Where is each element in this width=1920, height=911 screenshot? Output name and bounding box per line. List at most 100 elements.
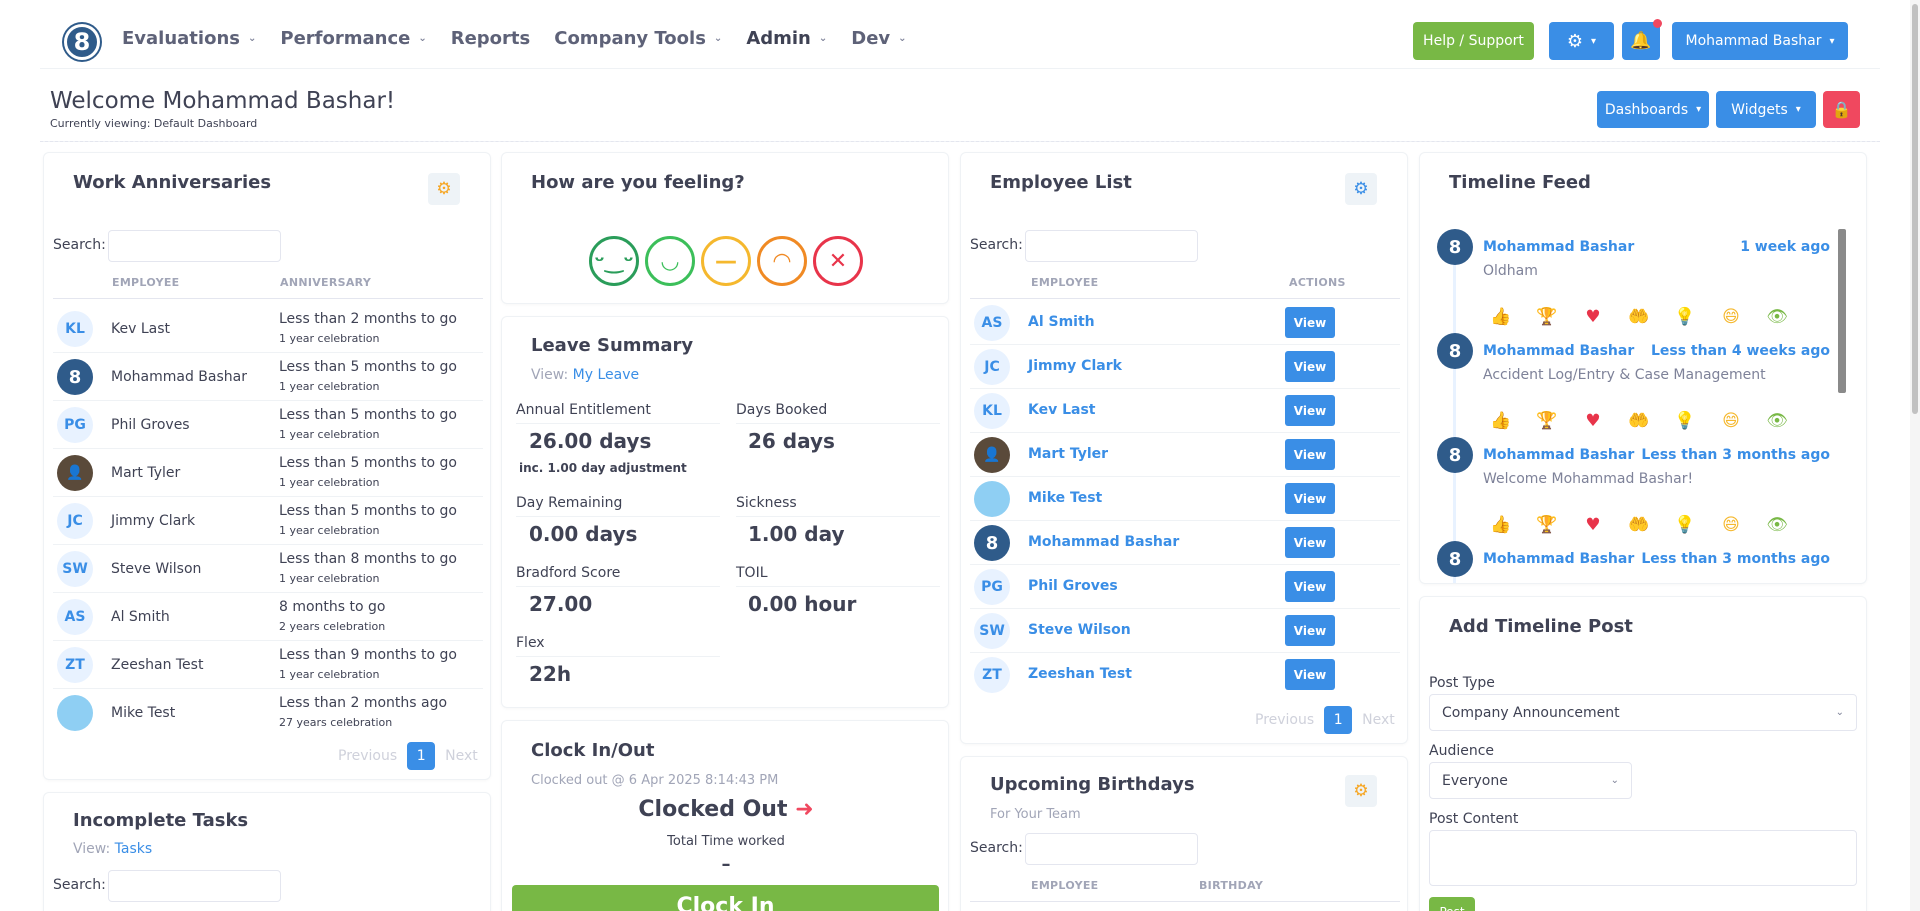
- view-employee-button[interactable]: View: [1285, 307, 1335, 338]
- view-employee-button[interactable]: View: [1285, 571, 1335, 602]
- widgets-button[interactable]: Widgets ▾: [1716, 91, 1816, 128]
- smile-icon[interactable]: 😄: [1720, 307, 1742, 327]
- next-page[interactable]: Next: [445, 748, 478, 764]
- smile-icon[interactable]: 😄: [1720, 411, 1742, 431]
- scrollbar-thumb[interactable]: [1838, 229, 1846, 393]
- post-author[interactable]: Mohammad Bashar: [1483, 239, 1634, 255]
- trophy-icon[interactable]: 🏆: [1536, 411, 1558, 431]
- eye-icon[interactable]: 👁: [1766, 515, 1788, 535]
- post-text: Oldham: [1483, 263, 1538, 279]
- lightbulb-icon[interactable]: 💡: [1674, 411, 1696, 431]
- employee-name-link[interactable]: Steve Wilson: [1028, 622, 1131, 638]
- lightbulb-icon[interactable]: 💡: [1674, 515, 1696, 535]
- post-content-textarea[interactable]: [1429, 830, 1857, 886]
- page-1[interactable]: 1: [407, 742, 436, 770]
- very-happy-face-icon[interactable]: ᵕ‿ᵕ: [589, 236, 639, 286]
- post-author[interactable]: Mohammad Bashar: [1483, 447, 1634, 463]
- trophy-icon[interactable]: 🏆: [1536, 307, 1558, 327]
- next-page[interactable]: Next: [1362, 712, 1395, 728]
- clock-in-button[interactable]: Clock In: [512, 885, 939, 911]
- employee-name-link[interactable]: Al Smith: [1028, 314, 1095, 330]
- widget-settings-button[interactable]: ⚙: [428, 173, 460, 205]
- dashboards-button[interactable]: Dashboards ▾: [1597, 91, 1709, 128]
- nav-admin[interactable]: Admin ⌄: [746, 28, 827, 49]
- heart-icon[interactable]: ♥: [1582, 515, 1604, 535]
- care-icon[interactable]: 🤲: [1628, 411, 1650, 431]
- help-support-button[interactable]: Help / Support: [1413, 22, 1534, 60]
- employee-name-link[interactable]: Mike Test: [1028, 490, 1102, 506]
- thumbs-up-icon[interactable]: 👍: [1490, 411, 1512, 431]
- gear-icon: ⚙: [1353, 781, 1369, 801]
- eye-icon[interactable]: 👁: [1766, 307, 1788, 327]
- widget-settings-button[interactable]: ⚙: [1345, 775, 1377, 807]
- chevron-down-icon: ▾: [1829, 35, 1835, 47]
- timeline-feed-card: Timeline Feed 8 Mohammad Bashar 1 week ago…: [1419, 152, 1867, 584]
- view-employee-button[interactable]: View: [1285, 439, 1335, 470]
- post-author[interactable]: Mohammad Bashar: [1483, 551, 1634, 567]
- leave-value: 1.00 day: [748, 522, 845, 546]
- company-logo[interactable]: 8: [64, 24, 100, 60]
- avatar: 👤: [974, 437, 1010, 473]
- table-row: 👤 Mart Tyler View: [970, 433, 1400, 477]
- audience-select[interactable]: Everyone ⌄: [1429, 762, 1632, 799]
- view-employee-button[interactable]: View: [1285, 351, 1335, 382]
- thumbs-up-icon[interactable]: 👍: [1490, 515, 1512, 535]
- search-input[interactable]: [1025, 230, 1198, 262]
- table-row: 8 Mohammad Bashar View: [970, 521, 1400, 565]
- view-employee-button[interactable]: View: [1285, 615, 1335, 646]
- prev-page[interactable]: Previous: [1255, 712, 1314, 728]
- view-employee-button[interactable]: View: [1285, 659, 1335, 690]
- happy-face-icon[interactable]: ◡: [645, 236, 695, 286]
- nav-evaluations[interactable]: Evaluations ⌄: [122, 28, 256, 49]
- view-line: View: My Leave: [531, 367, 640, 383]
- notification-dot: [1653, 19, 1662, 28]
- sad-face-icon[interactable]: ◠: [757, 236, 807, 286]
- trophy-icon[interactable]: 🏆: [1536, 515, 1558, 535]
- page-1[interactable]: 1: [1324, 706, 1353, 734]
- my-leave-link[interactable]: My Leave: [573, 367, 639, 383]
- eye-icon[interactable]: 👁: [1766, 411, 1788, 431]
- heart-icon[interactable]: ♥: [1582, 307, 1604, 327]
- view-employee-button[interactable]: View: [1285, 483, 1335, 514]
- widget-settings-button[interactable]: ⚙: [1345, 173, 1377, 205]
- nav-company-tools[interactable]: Company Tools ⌄: [554, 28, 722, 49]
- nav-reports[interactable]: Reports: [451, 28, 531, 49]
- care-icon[interactable]: 🤲: [1628, 307, 1650, 327]
- employee-name-link[interactable]: Jimmy Clark: [1028, 358, 1122, 374]
- search-input[interactable]: [1025, 833, 1198, 865]
- employee-name-link[interactable]: Zeeshan Test: [1028, 666, 1132, 682]
- user-menu-button[interactable]: Mohammad Bashar ▾: [1672, 22, 1848, 60]
- page-scrollbar-thumb[interactable]: [1912, 4, 1918, 414]
- care-icon[interactable]: 🤲: [1628, 515, 1650, 535]
- nav-dev[interactable]: Dev ⌄: [851, 28, 906, 49]
- tasks-link[interactable]: Tasks: [115, 841, 153, 857]
- nav-performance[interactable]: Performance ⌄: [280, 28, 426, 49]
- prev-page[interactable]: Previous: [338, 748, 397, 764]
- notifications-button[interactable]: 🔔: [1622, 22, 1660, 60]
- post-type-select[interactable]: Company Announcement ⌄: [1429, 694, 1857, 731]
- smile-icon[interactable]: 😄: [1720, 515, 1742, 535]
- heart-icon[interactable]: ♥: [1582, 411, 1604, 431]
- search-input[interactable]: [108, 230, 281, 262]
- view-employee-button[interactable]: View: [1285, 527, 1335, 558]
- header-divider: [970, 298, 1400, 299]
- employee-name-link[interactable]: Mart Tyler: [1028, 446, 1108, 462]
- search-input[interactable]: [108, 870, 281, 902]
- neutral-face-icon[interactable]: —: [701, 236, 751, 286]
- settings-button[interactable]: ⚙ ▾: [1549, 22, 1614, 60]
- post-button[interactable]: Post: [1429, 897, 1475, 911]
- post-author[interactable]: Mohammad Bashar: [1483, 343, 1634, 359]
- thumbs-up-icon[interactable]: 👍: [1490, 307, 1512, 327]
- post-time: Less than 3 months ago: [1641, 447, 1830, 463]
- divider: [736, 423, 940, 424]
- view-employee-button[interactable]: View: [1285, 395, 1335, 426]
- employee-name: Mohammad Bashar: [111, 369, 247, 385]
- table-row: 8 Mohammad Bashar Less than 5 months to go…: [53, 353, 483, 401]
- employee-name-link[interactable]: Phil Groves: [1028, 578, 1118, 594]
- employee-name-link[interactable]: Kev Last: [1028, 402, 1096, 418]
- very-sad-face-icon[interactable]: ✕: [813, 236, 863, 286]
- employee-name-link[interactable]: Mohammad Bashar: [1028, 534, 1179, 550]
- lock-button[interactable]: 🔒: [1823, 91, 1860, 128]
- divider: [736, 516, 940, 517]
- lightbulb-icon[interactable]: 💡: [1674, 307, 1696, 327]
